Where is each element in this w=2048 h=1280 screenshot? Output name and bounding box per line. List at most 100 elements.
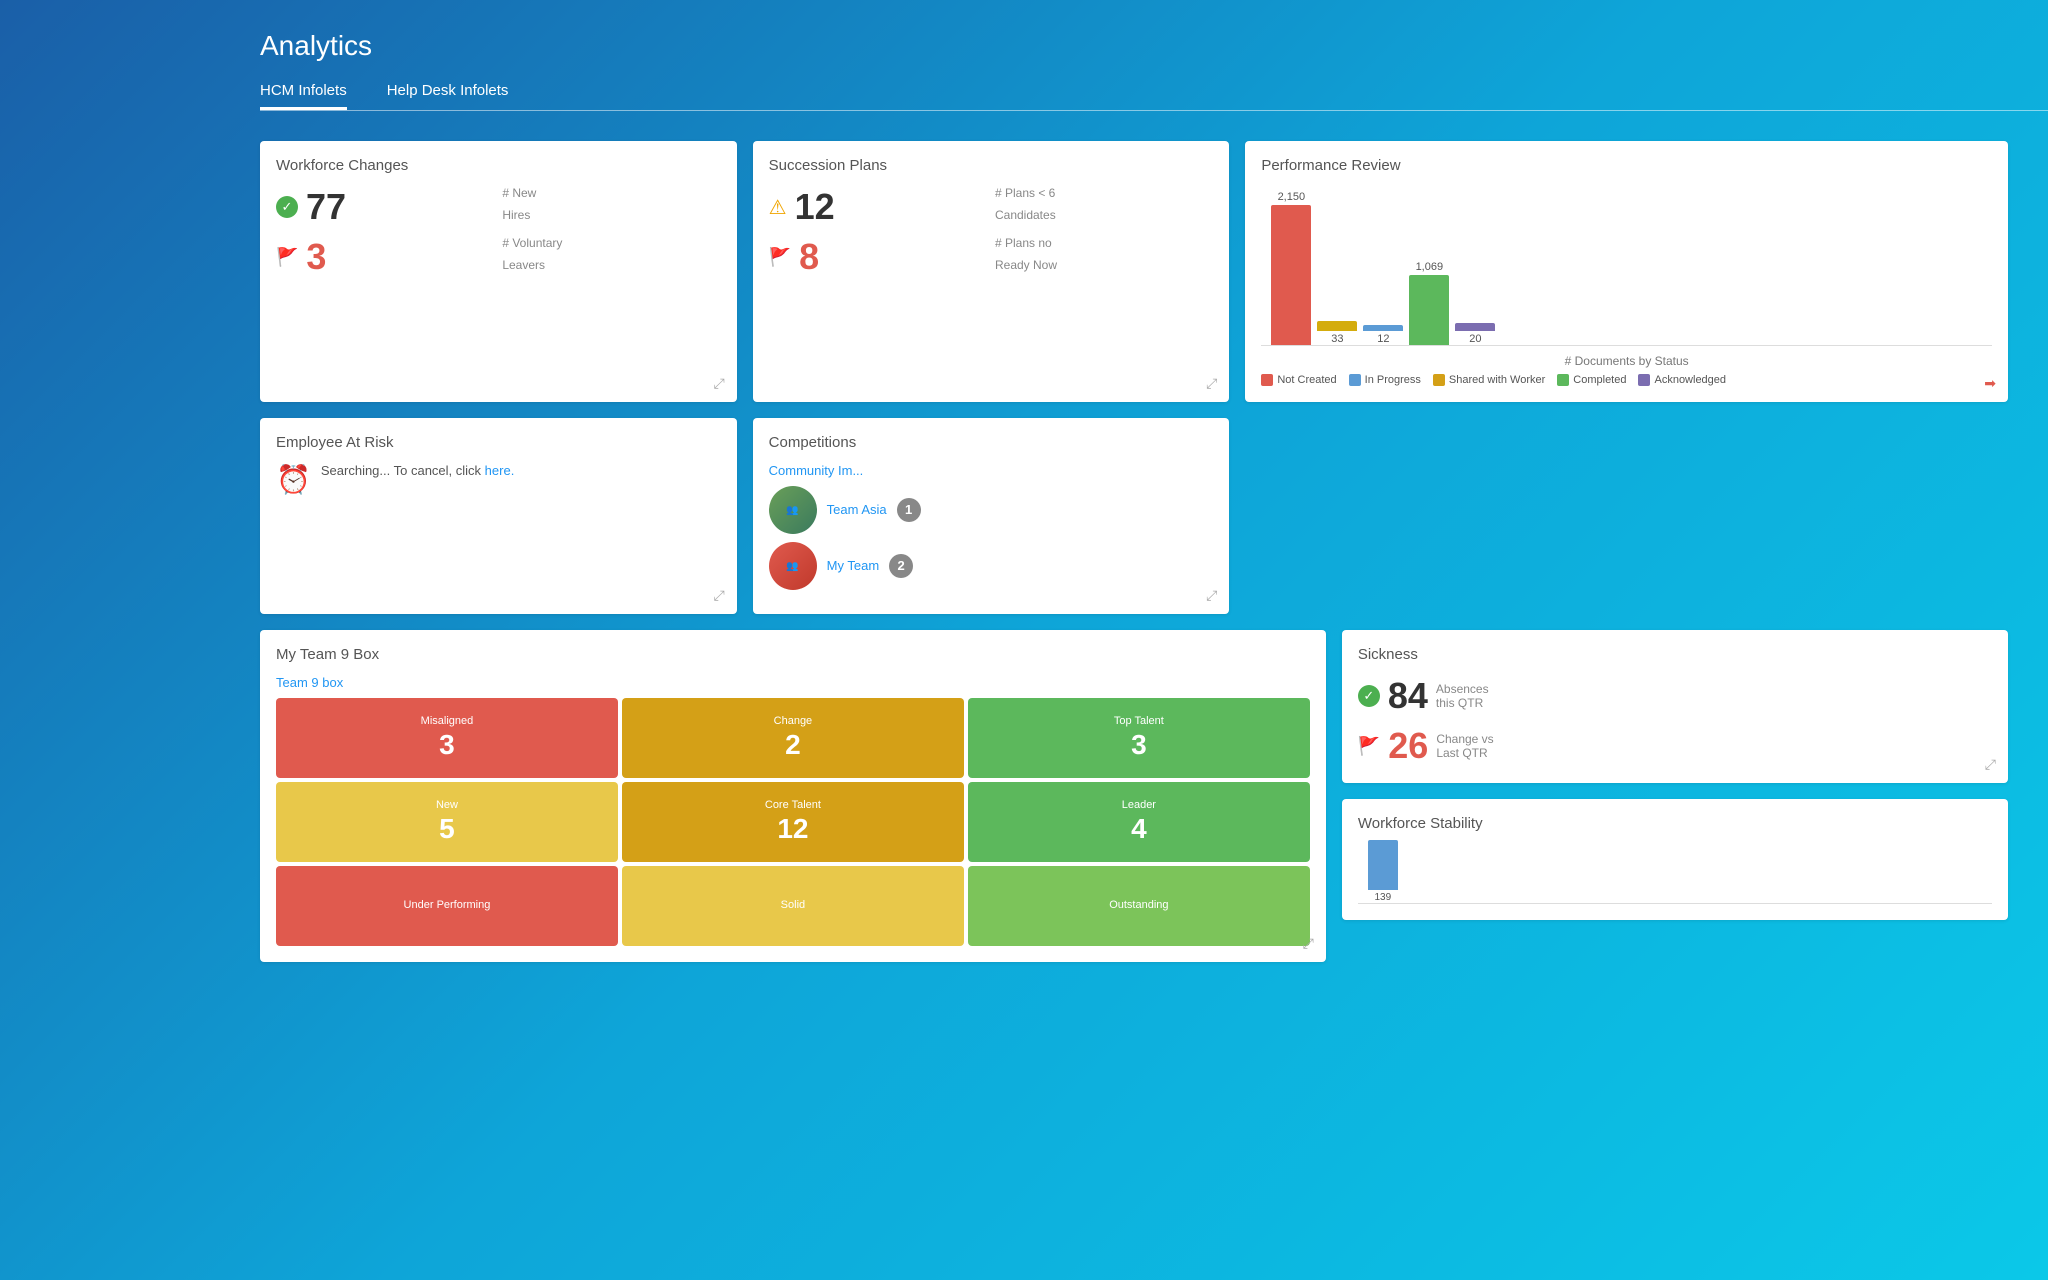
- sickness-absences-label1: Absences: [1436, 682, 1489, 696]
- nbox-outstanding-label: Outstanding: [1109, 899, 1168, 912]
- team-asia-info: Team Asia: [827, 501, 887, 519]
- sp-ready-number: 8: [799, 236, 819, 278]
- employee-at-risk-title: Employee At Risk: [276, 434, 721, 451]
- wc-new-hires-label2: Hires: [502, 208, 530, 222]
- nbox-top-talent-label: Top Talent: [1114, 715, 1164, 728]
- sp-candidates-number: 12: [795, 186, 835, 228]
- succession-plans-title: Succession Plans: [769, 157, 1214, 174]
- workforce-stability-bar: 139: [1358, 844, 1992, 904]
- sickness-absences-number: 84: [1388, 675, 1428, 717]
- expand-icon-9box[interactable]: ⤢: [1303, 935, 1314, 952]
- performance-bar-chart: 2,150 33 12 1,069: [1261, 186, 1992, 346]
- workforce-changes-title: Workforce Changes: [276, 157, 721, 174]
- team-asia-avatar: 👥: [769, 486, 817, 534]
- nbox-under-performing[interactable]: Under Performing: [276, 866, 618, 946]
- bar-acknowledged-rect: [1455, 323, 1495, 331]
- competitions-title: Competitions: [769, 434, 1214, 451]
- wc-leavers-label: # Voluntary Leavers: [502, 236, 720, 278]
- ws-bar-block: [1368, 840, 1398, 890]
- legend-acknowledged: Acknowledged: [1638, 374, 1726, 386]
- tab-bar: HCM Infolets Help Desk Infolets: [260, 82, 2048, 110]
- tab-helpdesk[interactable]: Help Desk Infolets: [387, 82, 509, 110]
- community-link[interactable]: Community Im...: [769, 463, 1214, 478]
- workforce-changes-card: Workforce Changes ✓ 77 # New Hires 🚩 3 #…: [260, 141, 737, 402]
- expand-icon-sp[interactable]: ⤢: [1206, 375, 1217, 392]
- legend-in-progress: In Progress: [1349, 374, 1421, 386]
- bar-completed: 1,069: [1409, 261, 1449, 345]
- team-asia-avatar-inner: 👥: [769, 486, 817, 534]
- ear-here-link[interactable]: here.: [485, 463, 515, 478]
- my-team-info: My Team: [827, 557, 880, 575]
- my-team-rank: 2: [889, 554, 913, 578]
- perf-expand-icon[interactable]: ➡: [1984, 375, 1996, 392]
- competition-team-asia: 👥 Team Asia 1: [769, 486, 1214, 534]
- nbox-solid[interactable]: Solid: [622, 866, 964, 946]
- legend-dot-blue: [1349, 374, 1361, 386]
- nbox-top-talent-value: 3: [1131, 729, 1147, 761]
- bar-shared: 33: [1317, 319, 1357, 345]
- wc-new-hires: ✓ 77: [276, 186, 494, 228]
- nbox-misaligned-label: Misaligned: [421, 715, 474, 728]
- nbox-core-talent-value: 12: [777, 813, 808, 845]
- sp-ready-label1: # Plans no: [995, 236, 1052, 250]
- competition-my-team: 👥 My Team 2: [769, 542, 1214, 590]
- expand-icon-sickness[interactable]: ⤢: [1985, 756, 1996, 773]
- tab-hcm[interactable]: HCM Infolets: [260, 82, 347, 110]
- sp-ready-now: 🚩 8: [769, 236, 987, 278]
- expand-icon-comp[interactable]: ⤢: [1206, 587, 1217, 604]
- ws-bar-value: 139: [1375, 892, 1392, 903]
- bar-not-created-label: 2,150: [1278, 191, 1306, 203]
- competitions-card: Competitions Community Im... 👥 Team Asia…: [753, 418, 1230, 614]
- bar-not-created: 2,150: [1271, 191, 1311, 345]
- flag-icon-sp: 🚩: [769, 247, 791, 268]
- wc-leavers-label2: Leavers: [502, 258, 545, 272]
- sickness-change-label2: Last QTR: [1436, 746, 1493, 760]
- nbox-core-talent[interactable]: Core Talent 12: [622, 782, 964, 862]
- nbox-solid-label: Solid: [781, 899, 805, 912]
- legend-not-created: Not Created: [1261, 374, 1336, 386]
- legend-dot-green: [1557, 374, 1569, 386]
- ear-message: Searching... To cancel, click here.: [321, 463, 514, 478]
- my-team-9box-title: My Team 9 Box: [276, 646, 1310, 663]
- chart-legend: Not Created In Progress Shared with Work…: [1261, 374, 1992, 386]
- flag-icon-leavers: 🚩: [276, 247, 298, 268]
- nbox-new-value: 5: [439, 813, 455, 845]
- sickness-change-label: Change vs Last QTR: [1436, 732, 1493, 760]
- nbox-top-talent[interactable]: Top Talent 3: [968, 698, 1310, 778]
- sp-candidates-label2: Candidates: [995, 208, 1056, 222]
- expand-icon-wc[interactable]: ⤢: [713, 375, 724, 392]
- nbox-misaligned[interactable]: Misaligned 3: [276, 698, 618, 778]
- sp-candidates-label1: # Plans < 6: [995, 186, 1055, 200]
- nbox-core-talent-label: Core Talent: [765, 799, 821, 812]
- warn-icon: ⚠: [769, 195, 787, 220]
- expand-icon-ear[interactable]: ⤢: [713, 587, 724, 604]
- clock-icon: ⏰: [276, 463, 311, 496]
- my-team-name[interactable]: My Team: [827, 558, 880, 573]
- wc-new-hires-number: 77: [306, 186, 346, 228]
- workforce-stability-card: Workforce Stability 139: [1342, 799, 2008, 920]
- bar-in-progress-value: 12: [1377, 333, 1389, 345]
- legend-completed-label: Completed: [1573, 374, 1626, 386]
- team-asia-name[interactable]: Team Asia: [827, 502, 887, 517]
- sickness-title: Sickness: [1358, 646, 1992, 663]
- bar-completed-label: 1,069: [1416, 261, 1444, 273]
- sickness-absences-label: Absences this QTR: [1436, 682, 1489, 710]
- sp-candidates-label: # Plans < 6 Candidates: [995, 186, 1213, 228]
- nbox-change-value: 2: [785, 729, 801, 761]
- ear-content: ⏰ Searching... To cancel, click here.: [276, 463, 721, 496]
- bar-acknowledged: 20: [1455, 321, 1495, 345]
- flag-icon-sickness: 🚩: [1358, 736, 1380, 757]
- nbox-change[interactable]: Change 2: [622, 698, 964, 778]
- chart-title: # Documents by Status: [1261, 354, 1992, 368]
- nbox-leader-value: 4: [1131, 813, 1147, 845]
- succession-plans-card: Succession Plans ⚠ 12 # Plans < 6 Candid…: [753, 141, 1230, 402]
- nbox-leader[interactable]: Leader 4: [968, 782, 1310, 862]
- team-9box-link[interactable]: Team 9 box: [276, 675, 1310, 690]
- nbox-outstanding[interactable]: Outstanding: [968, 866, 1310, 946]
- my-team-9box-card: My Team 9 Box Team 9 box Misaligned 3 Ch…: [260, 630, 1326, 962]
- nbox-new[interactable]: New 5: [276, 782, 618, 862]
- page-title: Analytics: [260, 30, 2048, 62]
- my-team-avatar: 👥: [769, 542, 817, 590]
- wc-leavers: 🚩 3: [276, 236, 494, 278]
- sickness-check-icon: ✓: [1358, 685, 1380, 707]
